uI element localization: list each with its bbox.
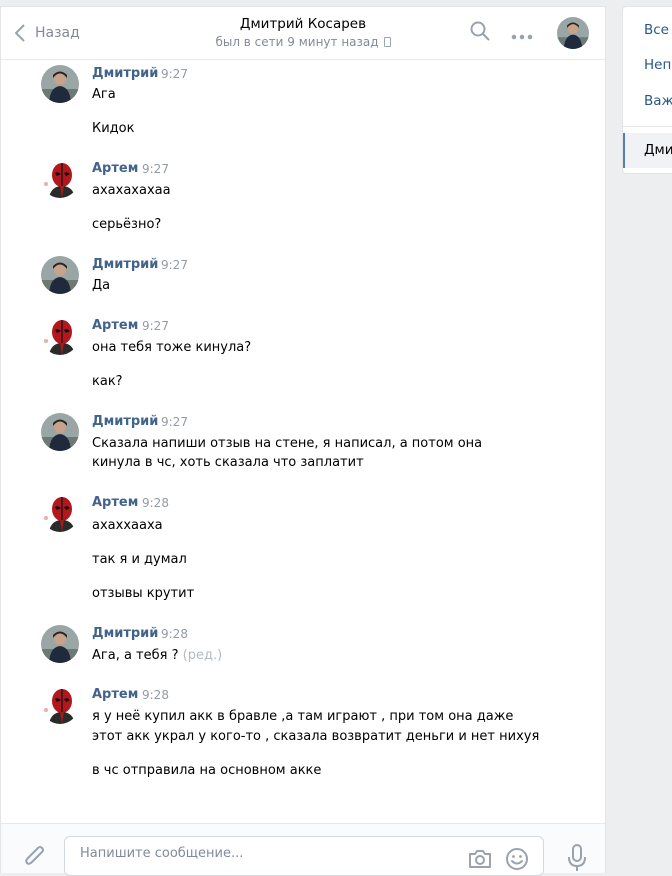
message-text: Да [92, 278, 111, 293]
message-text: Сказала напиши отзыв на стене, я написал… [92, 436, 483, 451]
avatar [557, 17, 589, 49]
chat-panel: Назад Дмитрий Косарев был в сети 9 минут… [0, 6, 606, 876]
avatar [41, 686, 79, 724]
message-time[interactable]: 9:28 [161, 627, 188, 641]
filter-important[interactable]: Важ [644, 93, 672, 109]
mobile-icon [383, 37, 391, 47]
camera-icon [469, 850, 491, 868]
sender-name[interactable]: Дмитрий [92, 626, 158, 641]
voice-button[interactable] [567, 844, 587, 876]
message-text: Кидок [92, 121, 135, 136]
contact-name[interactable]: Дмитрий Косарев [151, 16, 455, 32]
sender-avatar[interactable] [41, 317, 79, 355]
filter-unread[interactable]: Непр [644, 57, 672, 73]
sidebar-item-current-chat[interactable]: Дми [623, 133, 672, 168]
sender-name[interactable]: Артем [92, 161, 138, 176]
header-avatar[interactable] [557, 17, 589, 49]
sender-avatar[interactable] [41, 625, 79, 663]
sender-avatar[interactable] [41, 256, 79, 294]
message-text: отзывы крутит [92, 586, 195, 601]
message-input[interactable] [78, 845, 452, 862]
chat-header: Назад Дмитрий Косарев был в сети 9 минут… [1, 7, 605, 60]
attach-button[interactable] [23, 844, 47, 874]
search-button[interactable] [470, 21, 490, 45]
message-time[interactable]: 9:27 [161, 258, 188, 272]
message-time[interactable]: 9:27 [142, 162, 169, 176]
chat-title: Дмитрий Косарев был в сети 9 минут назад [151, 16, 455, 49]
message-time[interactable]: 9:27 [142, 319, 169, 333]
filter-all[interactable]: Все [644, 22, 669, 38]
sender-name[interactable]: Дмитрий [92, 414, 158, 429]
edited-label[interactable]: (ред.) [183, 648, 223, 663]
sender-avatar[interactable] [41, 686, 79, 724]
sender-name[interactable]: Дмитрий [92, 66, 158, 81]
avatar [41, 160, 79, 198]
smile-icon [506, 848, 528, 870]
message-body: Ага, а тебя ? [92, 648, 179, 663]
message-text: ахаххааха [92, 518, 163, 533]
message-text: как? [92, 374, 123, 389]
message-composer [1, 823, 605, 876]
avatar [41, 65, 79, 103]
avatar [41, 625, 79, 663]
more-icon [511, 34, 533, 40]
message-text: серьёзно? [92, 217, 162, 232]
online-status: был в сети 9 минут назад [151, 35, 455, 49]
message-text: она тебя тоже кинула? [92, 340, 252, 355]
message-input-box[interactable] [64, 836, 544, 876]
message-time[interactable]: 9:28 [142, 688, 169, 702]
microphone-icon [568, 844, 586, 871]
more-button[interactable] [511, 29, 533, 44]
message-text: этот акк украл у кого-то , сказала возвр… [92, 729, 540, 744]
emoji-button[interactable] [505, 847, 529, 875]
sender-name[interactable]: Артем [92, 318, 138, 333]
back-button[interactable]: Назад [15, 21, 80, 45]
message-text: Ага [92, 87, 116, 102]
chevron-left-icon [15, 24, 25, 42]
message-text: ахахахахаа [92, 183, 171, 198]
message-text: Ага, а тебя ? (ред.) [92, 648, 222, 663]
status-text: был в сети 9 минут назад [215, 35, 379, 49]
sender-name[interactable]: Артем [92, 687, 138, 702]
sender-name[interactable]: Дмитрий [92, 257, 158, 272]
avatar [41, 256, 79, 294]
sender-avatar[interactable] [41, 65, 79, 103]
avatar [41, 494, 79, 532]
message-text: я у неё купил акк в бравле ,а там играют… [92, 709, 514, 724]
back-label: Назад [35, 25, 80, 41]
message-text: в чс отправила на основном акке [92, 763, 322, 778]
conversation-filter-sidebar: Все Непр Важ Дми [622, 6, 672, 174]
avatar [41, 317, 79, 355]
message-time[interactable]: 9:27 [161, 415, 188, 429]
camera-button[interactable] [468, 849, 492, 873]
paperclip-icon [25, 846, 44, 865]
sender-avatar[interactable] [41, 494, 79, 532]
search-icon [470, 21, 490, 41]
message-time[interactable]: 9:27 [161, 67, 188, 81]
sender-avatar[interactable] [41, 160, 79, 198]
sender-avatar[interactable] [41, 413, 79, 451]
divider [623, 126, 672, 127]
sender-name[interactable]: Артем [92, 495, 138, 510]
message-text: кинула в чс, хоть сказала что заплатит [92, 455, 364, 470]
message-time[interactable]: 9:28 [142, 496, 169, 510]
avatar [41, 413, 79, 451]
message-text: так я и думал [92, 552, 187, 567]
